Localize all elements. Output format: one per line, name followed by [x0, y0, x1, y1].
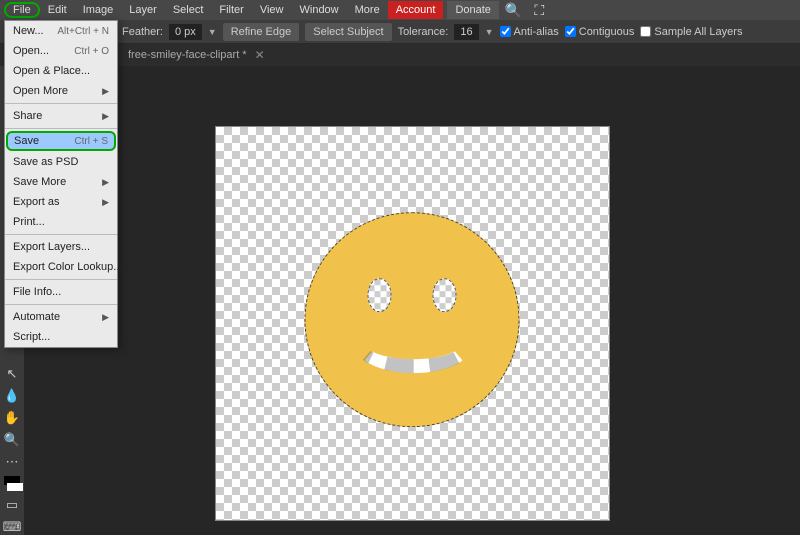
- feather-label: Feather:: [122, 26, 163, 38]
- menu-shortcut: Ctrl + S: [74, 136, 108, 147]
- menu-item-export-color-lookup[interactable]: Export Color Lookup...: [5, 257, 117, 277]
- menu-item-label: Script...: [13, 331, 50, 343]
- menu-view[interactable]: View: [252, 2, 292, 18]
- tolerance-dropdown-icon[interactable]: ▼: [485, 27, 494, 37]
- document-tab[interactable]: free-smiley-face-clipart * ✕: [120, 45, 273, 65]
- menu-item-label: Export as: [13, 196, 59, 208]
- menu-item-open-more[interactable]: Open More ▶: [5, 81, 117, 101]
- feather-value[interactable]: 0 px: [169, 24, 202, 40]
- contiguous-checkbox[interactable]: Contiguous: [565, 26, 635, 38]
- menu-item-label: File Info...: [13, 286, 61, 298]
- smiley-mouth: [354, 313, 474, 373]
- menu-item-label: Save: [14, 135, 39, 147]
- anti-alias-checkbox[interactable]: Anti-alias: [500, 26, 559, 38]
- menu-item-label: Share: [13, 110, 42, 122]
- search-icon[interactable]: 🔍: [499, 2, 528, 19]
- menu-shortcut: Ctrl + O: [74, 46, 109, 57]
- tolerance-value[interactable]: 16: [454, 24, 478, 40]
- zoom-tool-icon[interactable]: 🔍: [2, 432, 22, 448]
- blur-tool-icon[interactable]: 💧: [2, 388, 22, 404]
- close-tab-icon[interactable]: ✕: [255, 48, 265, 62]
- document-tabs: free-smiley-face-clipart * ✕: [0, 44, 800, 66]
- canvas-area: [24, 66, 800, 535]
- tolerance-label: Tolerance:: [398, 26, 449, 38]
- menu-filter[interactable]: Filter: [211, 2, 251, 18]
- background-swatch[interactable]: [7, 483, 23, 492]
- quickmask-icon[interactable]: ▭: [2, 497, 22, 513]
- menu-separator: [5, 304, 117, 305]
- submenu-arrow-icon: ▶: [102, 86, 109, 97]
- menu-layer[interactable]: Layer: [121, 2, 165, 18]
- move-tool-icon[interactable]: ↖: [2, 366, 22, 382]
- menu-item-new[interactable]: New... Alt+Ctrl + N: [5, 21, 117, 41]
- donate-button[interactable]: Donate: [447, 1, 498, 19]
- refine-edge-button[interactable]: Refine Edge: [223, 23, 300, 41]
- menu-item-open-place[interactable]: Open & Place...: [5, 61, 117, 81]
- feather-dropdown-icon[interactable]: ▼: [208, 27, 217, 37]
- menu-item-label: Open...: [13, 45, 49, 57]
- select-subject-button[interactable]: Select Subject: [305, 23, 391, 41]
- account-button[interactable]: Account: [388, 1, 444, 19]
- menu-shortcut: Alt+Ctrl + N: [57, 26, 109, 37]
- menu-item-export-as[interactable]: Export as ▶: [5, 192, 117, 212]
- menu-image[interactable]: Image: [75, 2, 122, 18]
- menu-select[interactable]: Select: [165, 2, 212, 18]
- menu-item-file-info[interactable]: File Info...: [5, 282, 117, 302]
- submenu-arrow-icon: ▶: [102, 111, 109, 122]
- menu-separator: [5, 279, 117, 280]
- fullscreen-icon[interactable]: ⛶: [528, 2, 550, 19]
- menu-item-automate[interactable]: Automate ▶: [5, 307, 117, 327]
- menu-separator: [5, 103, 117, 104]
- menu-item-label: Automate: [13, 311, 60, 323]
- sample-all-checkbox[interactable]: Sample All Layers: [640, 26, 742, 38]
- options-bar: Feather: 0 px ▼ Refine Edge Select Subje…: [0, 20, 800, 44]
- menu-separator: [5, 234, 117, 235]
- menu-item-label: Export Layers...: [13, 241, 90, 253]
- menu-item-print[interactable]: Print...: [5, 212, 117, 232]
- menu-item-label: Print...: [13, 216, 45, 228]
- menu-separator: [5, 128, 117, 129]
- submenu-arrow-icon: ▶: [102, 177, 109, 188]
- smiley-eye-left: [368, 278, 392, 312]
- menubar: File Edit Image Layer Select Filter View…: [0, 0, 800, 20]
- canvas[interactable]: [215, 126, 610, 521]
- menu-file[interactable]: File: [4, 2, 40, 18]
- smiley-shape: [305, 212, 520, 427]
- hand-tool-icon[interactable]: ✋: [2, 410, 22, 426]
- menu-item-share[interactable]: Share ▶: [5, 106, 117, 126]
- menu-item-label: Save as PSD: [13, 156, 78, 168]
- menu-item-label: Open More: [13, 85, 68, 97]
- menu-item-export-layers[interactable]: Export Layers...: [5, 237, 117, 257]
- menu-more[interactable]: More: [347, 2, 388, 18]
- menu-item-script[interactable]: Script...: [5, 327, 117, 347]
- submenu-arrow-icon: ▶: [102, 197, 109, 208]
- menu-item-label: Open & Place...: [13, 65, 90, 77]
- menu-edit[interactable]: Edit: [40, 2, 75, 18]
- keyboard-icon[interactable]: ⌨: [2, 519, 22, 535]
- menu-item-save[interactable]: Save Ctrl + S: [6, 131, 116, 151]
- menu-item-label: Save More: [13, 176, 66, 188]
- more-tools-icon[interactable]: ⋯: [2, 454, 22, 470]
- submenu-arrow-icon: ▶: [102, 312, 109, 323]
- menu-item-label: New...: [13, 25, 44, 37]
- file-menu-dropdown: New... Alt+Ctrl + N Open... Ctrl + O Open & …: [4, 20, 118, 348]
- menu-window[interactable]: Window: [292, 2, 347, 18]
- tab-title: free-smiley-face-clipart *: [128, 49, 247, 61]
- menu-item-open[interactable]: Open... Ctrl + O: [5, 41, 117, 61]
- menu-item-save-as-psd[interactable]: Save as PSD: [5, 152, 117, 172]
- smiley-eye-right: [433, 278, 457, 312]
- menu-item-label: Export Color Lookup...: [13, 261, 122, 273]
- menu-item-save-more[interactable]: Save More ▶: [5, 172, 117, 192]
